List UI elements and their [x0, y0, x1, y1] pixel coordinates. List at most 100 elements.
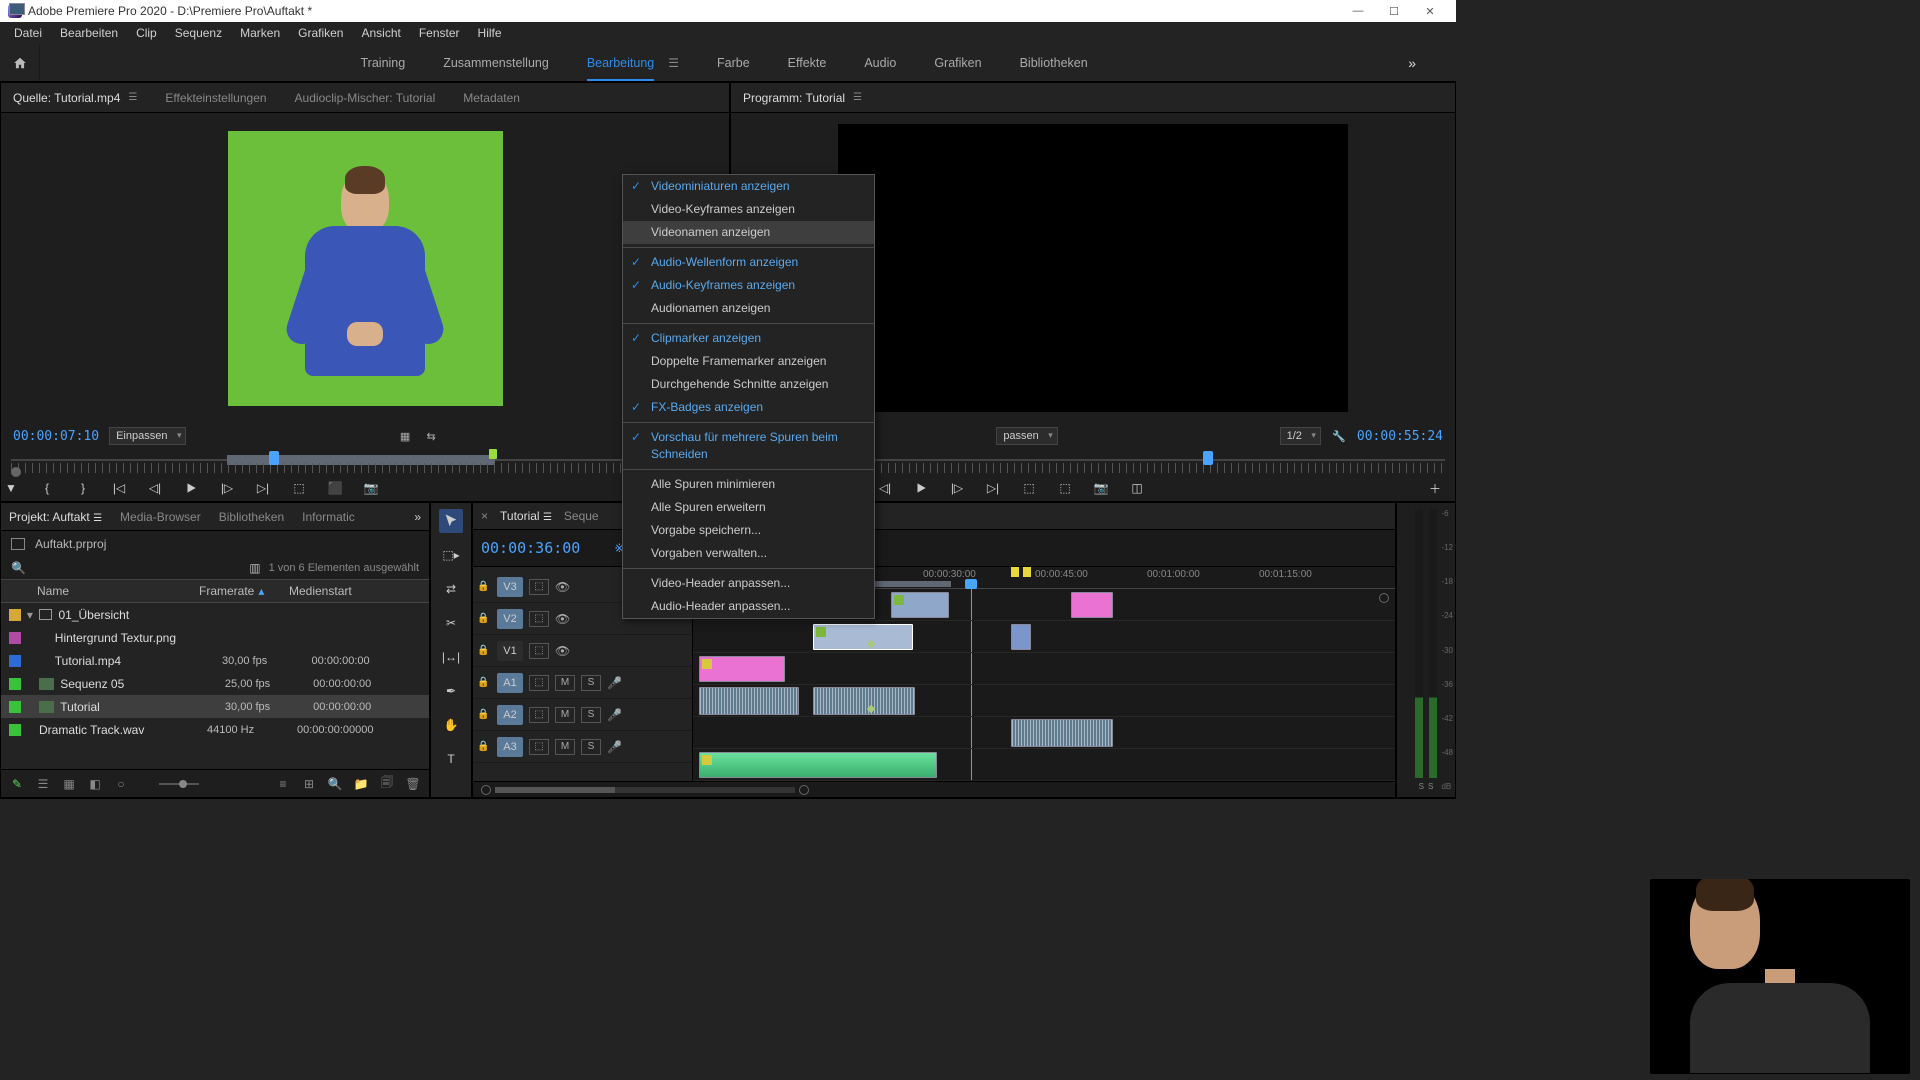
list-view-icon[interactable]: ☰: [35, 777, 51, 791]
workspace-zusammenstellung[interactable]: Zusammenstellung: [443, 56, 549, 70]
menu-datei[interactable]: Datei: [6, 24, 50, 42]
context-menu-item[interactable]: Audionamen anzeigen: [623, 297, 874, 320]
filter-icon[interactable]: ▥: [249, 561, 260, 575]
context-menu-item[interactable]: FX-Badges anzeigen: [623, 396, 874, 419]
goto-in-button[interactable]: |◁: [109, 479, 129, 497]
context-menu-item[interactable]: Audio-Wellenform anzeigen: [623, 251, 874, 274]
tab-info[interactable]: Informatic: [302, 510, 355, 524]
col-framerate[interactable]: Framerate▴: [199, 584, 289, 598]
context-menu-item[interactable]: Audio-Header anpassen...: [623, 595, 874, 618]
track-select-tool[interactable]: ⬚▸: [439, 543, 463, 567]
program-timecode[interactable]: 00:00:55:24: [1357, 429, 1443, 444]
tab-media-browser[interactable]: Media-Browser: [120, 510, 201, 524]
slip-tool[interactable]: |↔|: [439, 645, 463, 669]
program-zoom-select[interactable]: passen: [996, 427, 1057, 445]
tab-project[interactable]: Projekt: Auftakt ☰: [9, 510, 102, 524]
project-row[interactable]: Tutorial.mp430,00 fps00:00:00:00: [1, 649, 429, 672]
export-frame-button[interactable]: 📷: [1091, 479, 1111, 497]
project-row[interactable]: Dramatic Track.wav44100 Hz00:00:00:00000: [1, 718, 429, 741]
context-menu-item[interactable]: Video-Header anpassen...: [623, 572, 874, 595]
program-scale-select[interactable]: 1/2: [1280, 427, 1321, 445]
menu-marken[interactable]: Marken: [232, 24, 288, 42]
source-scrubber[interactable]: [11, 449, 719, 475]
tab-libraries[interactable]: Bibliotheken: [219, 510, 284, 524]
project-row[interactable]: Sequenz 0525,00 fps00:00:00:00: [1, 672, 429, 695]
context-menu-item[interactable]: Videominiaturen anzeigen: [623, 175, 874, 198]
close-sequence-icon[interactable]: ×: [481, 509, 488, 523]
timeline-timecode[interactable]: 00:00:36:00: [481, 539, 580, 557]
goto-out-button[interactable]: ▷|: [253, 479, 273, 497]
project-row[interactable]: ▾01_Übersicht: [1, 603, 429, 626]
play-button[interactable]: [181, 479, 201, 497]
ripple-edit-tool[interactable]: ⇄: [439, 577, 463, 601]
tab-audio-mixer[interactable]: Audioclip-Mischer: Tutorial: [291, 87, 440, 109]
context-menu-item[interactable]: Durchgehende Schnitte anzeigen: [623, 373, 874, 396]
play-button[interactable]: [911, 479, 931, 497]
source-output-icon[interactable]: ⇆: [423, 429, 439, 443]
razor-tool[interactable]: ✂: [439, 611, 463, 635]
panel-overflow-icon[interactable]: »: [414, 510, 421, 524]
button-editor-icon[interactable]: ＋: [1425, 479, 1445, 497]
step-forward-button[interactable]: |▷: [947, 479, 967, 497]
track-lane-a3[interactable]: [693, 749, 1395, 781]
step-back-button[interactable]: ◁|: [145, 479, 165, 497]
workspace-effekte[interactable]: Effekte: [788, 56, 827, 70]
menu-grafiken[interactable]: Grafiken: [290, 24, 351, 42]
menu-bearbeiten[interactable]: Bearbeiten: [52, 24, 126, 42]
new-item-icon-2[interactable]: 🗐: [379, 777, 395, 791]
context-menu-item[interactable]: Alle Spuren minimieren: [623, 473, 874, 496]
panel-menu-icon[interactable]: ☰: [128, 92, 137, 103]
new-item-icon[interactable]: ✎: [9, 777, 25, 791]
type-tool[interactable]: T: [439, 747, 463, 771]
context-menu-item[interactable]: Clipmarker anzeigen: [623, 327, 874, 350]
thumbnail-size-slider[interactable]: [159, 783, 199, 785]
sequence-tab-tutorial[interactable]: Tutorial ☰: [500, 509, 552, 523]
source-zoom-select[interactable]: Einpassen: [109, 427, 186, 445]
source-safe-margins-icon[interactable]: ▦: [397, 429, 413, 443]
workspace-bearbeitung[interactable]: Bearbeitung: [587, 56, 654, 70]
tab-metadata[interactable]: Metadaten: [459, 87, 524, 109]
project-row[interactable]: Hintergrund Textur.png: [1, 626, 429, 649]
context-menu-item[interactable]: Vorschau für mehrere Spuren beim Schneid…: [623, 426, 874, 466]
tab-source[interactable]: Quelle: Tutorial.mp4☰: [9, 87, 141, 109]
source-timecode[interactable]: 00:00:07:10: [13, 429, 99, 444]
workspace-grafiken[interactable]: Grafiken: [934, 56, 981, 70]
workspace-menu-icon[interactable]: ☰: [668, 56, 679, 70]
workspace-audio[interactable]: Audio: [864, 56, 896, 70]
program-settings-icon[interactable]: 🔧: [1331, 429, 1347, 443]
track-a3[interactable]: 🔒A3⬚MS🎤: [473, 731, 692, 763]
add-marker-button[interactable]: ▼: [1, 479, 21, 497]
extract-button[interactable]: ⬚: [1055, 479, 1075, 497]
menu-fenster[interactable]: Fenster: [411, 24, 468, 42]
workspace-overflow-icon[interactable]: »: [1408, 55, 1416, 71]
delete-icon[interactable]: 🗑: [405, 777, 421, 791]
track-v1[interactable]: 🔒V1⬚👁: [473, 635, 692, 667]
comparison-button[interactable]: ◫: [1127, 479, 1147, 497]
overwrite-button[interactable]: ⬛: [325, 479, 345, 497]
track-lane-a1[interactable]: [693, 685, 1395, 717]
track-a2[interactable]: 🔒A2⬚MS🎤: [473, 699, 692, 731]
mark-out-button[interactable]: }: [73, 479, 93, 497]
home-button[interactable]: [0, 44, 40, 81]
tab-program[interactable]: Programm: Tutorial☰: [739, 87, 866, 109]
icon-view-icon[interactable]: ▦: [61, 777, 77, 791]
freeform-view-icon[interactable]: ◧: [87, 777, 103, 791]
timeline-scrollbar[interactable]: [473, 781, 1395, 797]
context-menu-item[interactable]: Videonamen anzeigen: [623, 221, 874, 244]
menu-hilfe[interactable]: Hilfe: [470, 24, 510, 42]
goto-out-button[interactable]: ▷|: [983, 479, 1003, 497]
context-menu-item[interactable]: Vorgaben verwalten...: [623, 542, 874, 565]
automate-icon[interactable]: ≡: [275, 777, 291, 791]
mark-in-button[interactable]: {: [37, 479, 57, 497]
find-icon[interactable]: ⊞: [301, 777, 317, 791]
source-preview[interactable]: [1, 113, 729, 423]
track-lane-v1[interactable]: [693, 653, 1395, 685]
menu-sequenz[interactable]: Sequenz: [167, 24, 230, 42]
insert-button[interactable]: ⬚: [289, 479, 309, 497]
track-a1[interactable]: 🔒A1⬚MS🎤: [473, 667, 692, 699]
step-back-button[interactable]: ◁|: [875, 479, 895, 497]
context-menu-item[interactable]: Video-Keyframes anzeigen: [623, 198, 874, 221]
maximize-button[interactable]: ☐: [1376, 5, 1412, 18]
tab-effect-controls[interactable]: Effekteinstellungen: [161, 87, 270, 109]
sort-icon[interactable]: ○: [113, 777, 129, 791]
